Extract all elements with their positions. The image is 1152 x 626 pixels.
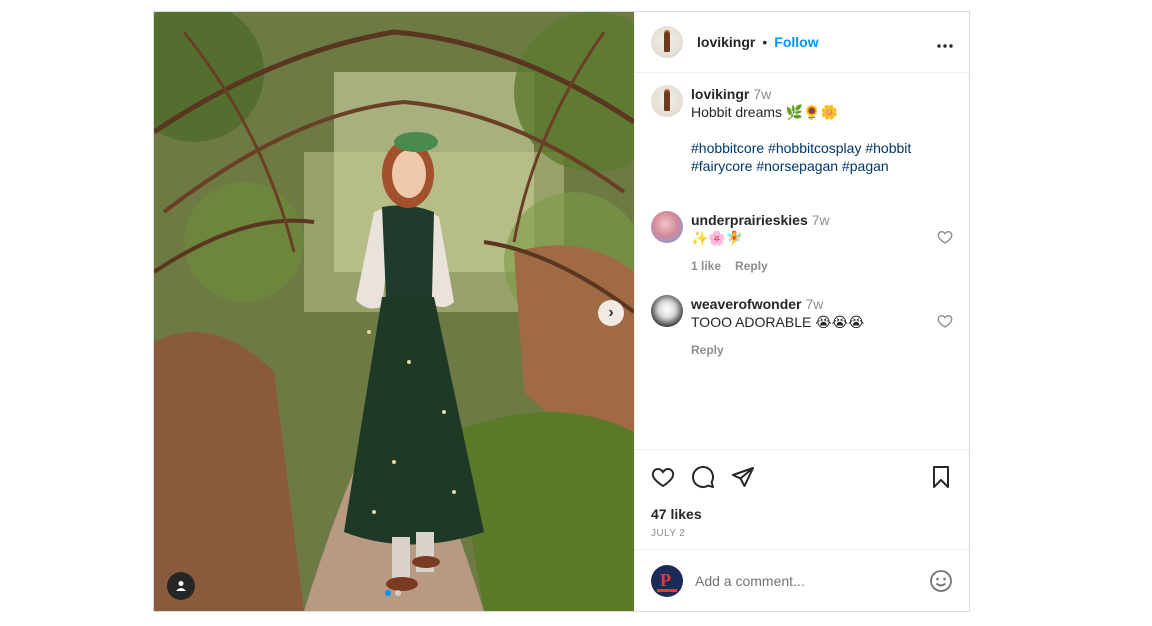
user-tag-icon xyxy=(176,581,186,591)
comment-text: ✨🌸🧚 xyxy=(691,230,744,246)
smiley-icon[interactable] xyxy=(929,569,953,593)
chevron-right-icon: › xyxy=(608,304,614,321)
caption-username[interactable]: lovikingr xyxy=(691,86,749,102)
comment-reply-button[interactable]: Reply xyxy=(735,257,768,275)
commenter-avatar[interactable] xyxy=(651,295,683,327)
separator-dot: • xyxy=(762,34,768,50)
carousel-indicator xyxy=(385,590,401,596)
comment-input[interactable] xyxy=(695,572,929,589)
post-side-panel: lovikingr • Follow lovikingr 7w Hobbit dr… xyxy=(634,12,969,611)
photo-scene xyxy=(154,12,634,611)
comment-like-heart-icon[interactable] xyxy=(937,229,953,245)
likes-count[interactable]: 47 likes xyxy=(651,506,953,522)
comment-username[interactable]: weaverofwonder xyxy=(691,296,801,312)
post-date: JULY 2 xyxy=(651,528,686,539)
comment-item: underprairieskies 7w ✨🌸🧚 1 like Reply xyxy=(651,211,953,275)
heart-icon[interactable] xyxy=(651,465,675,489)
author-username[interactable]: lovikingr xyxy=(697,34,755,50)
add-comment-bar: P xyxy=(635,549,969,611)
caption-hashtags[interactable]: #hobbitcore #hobbitcosplay #hobbit #fair… xyxy=(691,139,953,175)
commenter-avatar[interactable] xyxy=(651,211,683,243)
comment-likes[interactable]: 1 like xyxy=(691,257,721,275)
carousel-dot xyxy=(395,590,401,596)
comment-username[interactable]: underprairieskies xyxy=(691,212,808,228)
follow-button[interactable]: Follow xyxy=(774,34,818,50)
bookmark-icon[interactable] xyxy=(929,465,953,489)
caption-time: 7w xyxy=(753,86,772,102)
comment-text: TOOO ADORABLE 😭😭😭 xyxy=(691,314,865,330)
comment-like-heart-icon[interactable] xyxy=(937,313,953,329)
post-container: › lovikingr • Follow lovikingr 7w Hobbit… xyxy=(153,11,970,612)
comment-time: 7w xyxy=(805,296,824,312)
post-photo[interactable]: › xyxy=(154,12,634,611)
author-avatar[interactable] xyxy=(651,26,683,58)
more-options-icon[interactable] xyxy=(937,31,953,54)
comment-icon[interactable] xyxy=(691,465,715,489)
tagged-users-button[interactable] xyxy=(167,572,195,600)
comment-time: 7w xyxy=(811,212,830,228)
caption-row: lovikingr 7w Hobbit dreams 🌿🌻🌼 #hobbitcor… xyxy=(651,85,953,175)
carousel-next-button[interactable]: › xyxy=(598,300,624,326)
caption-text: Hobbit dreams 🌿🌻🌼 xyxy=(691,104,839,120)
post-actions: 47 likes JULY 2 xyxy=(635,449,969,549)
paper-plane-icon[interactable] xyxy=(731,465,755,489)
caption-avatar[interactable] xyxy=(651,85,683,117)
current-user-avatar: P xyxy=(651,564,683,597)
comment-item: weaverofwonder 7w TOOO ADORABLE 😭😭😭 Reply xyxy=(651,295,953,359)
carousel-dot-active xyxy=(385,590,391,596)
post-header: lovikingr • Follow xyxy=(635,12,969,73)
comment-reply-button[interactable]: Reply xyxy=(691,341,724,359)
comments-list[interactable]: lovikingr 7w Hobbit dreams 🌿🌻🌼 #hobbitcor… xyxy=(635,73,969,449)
